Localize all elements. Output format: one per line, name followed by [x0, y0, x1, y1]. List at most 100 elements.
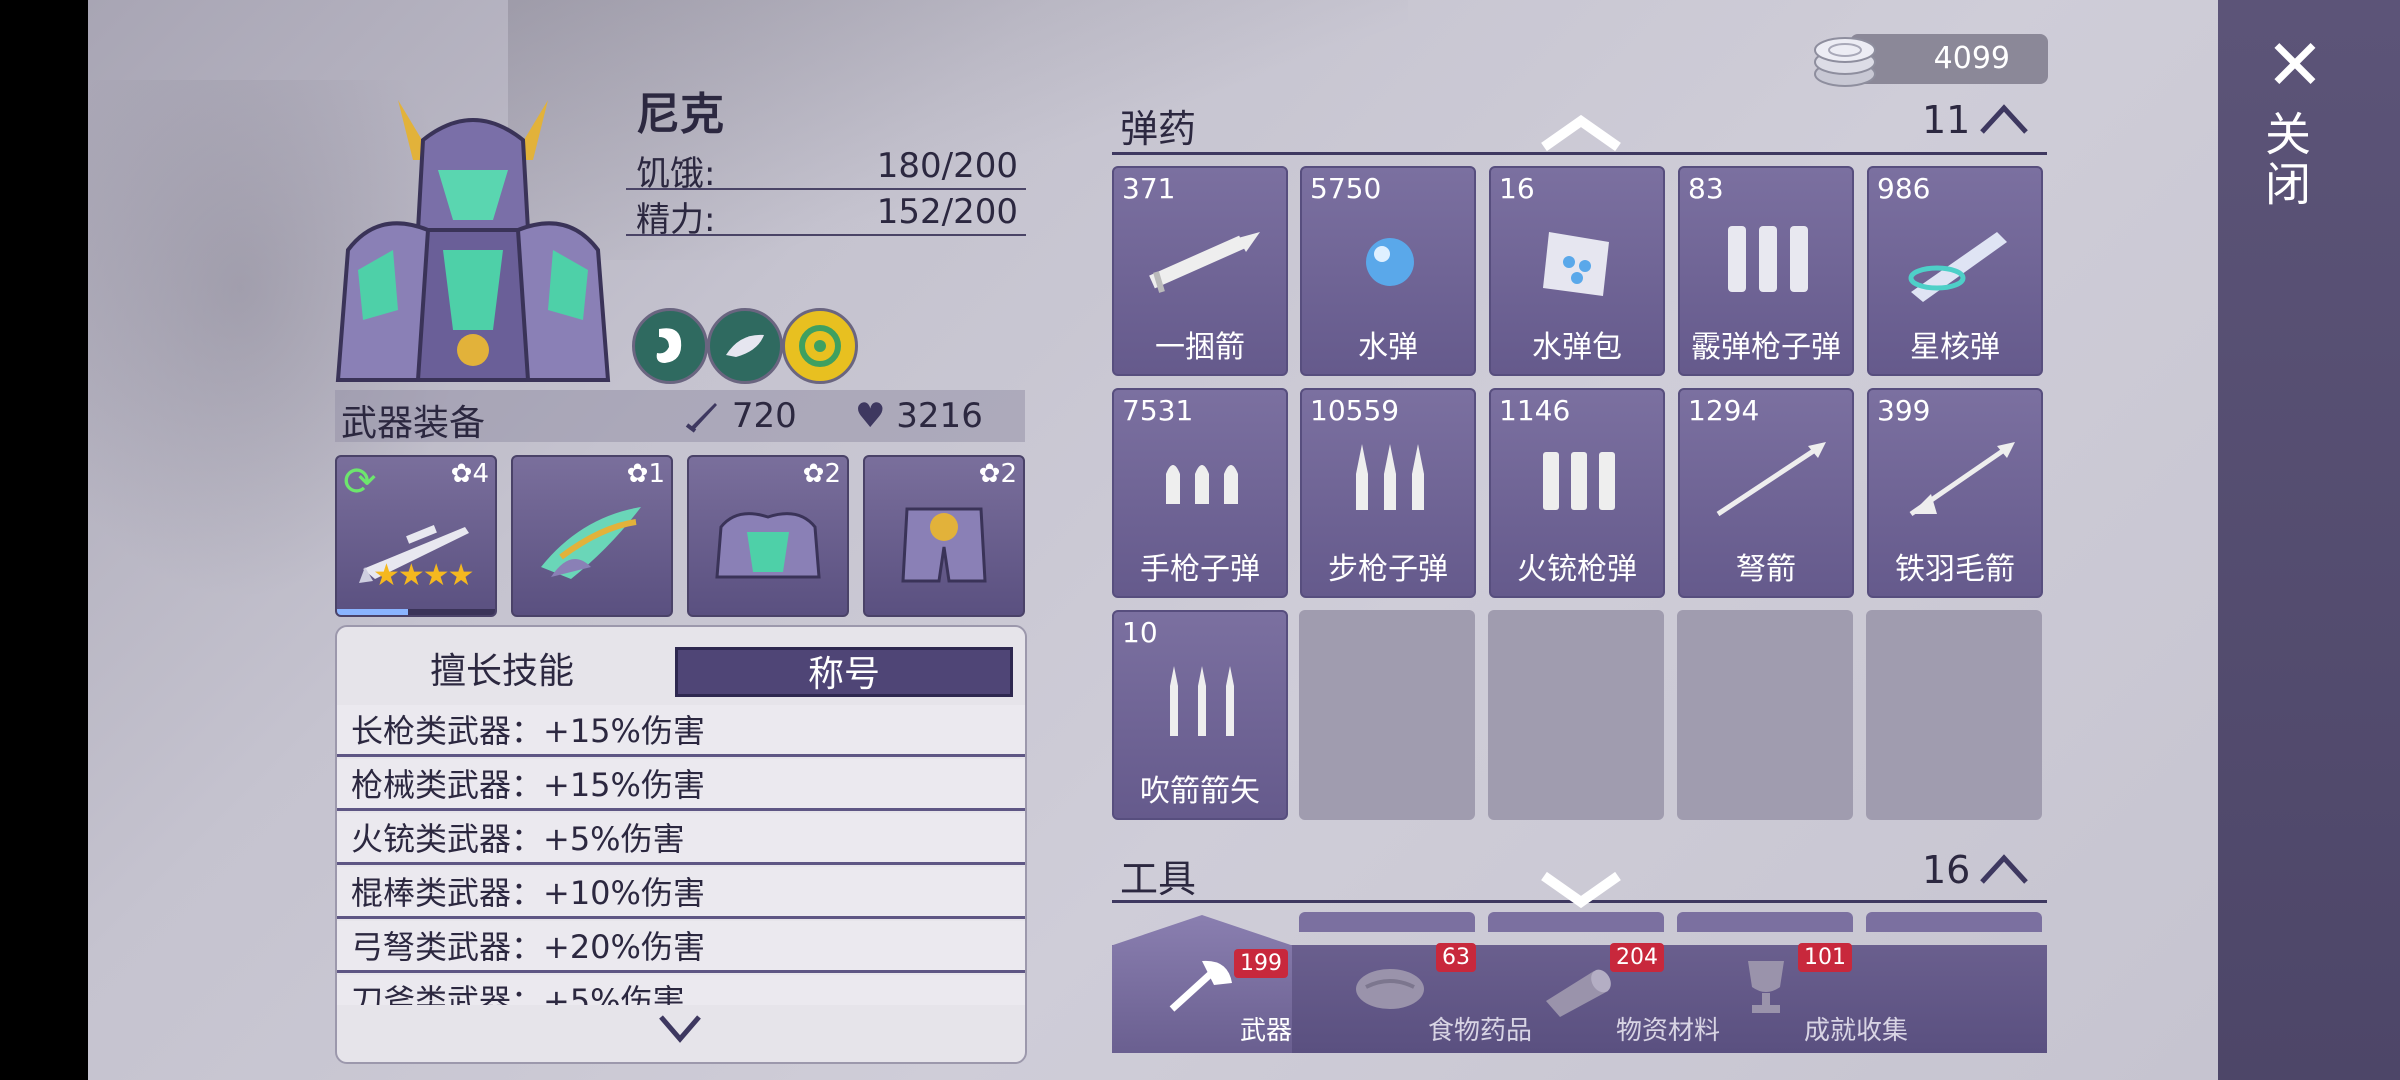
- ammo-item[interactable]: 1146 火铳枪弹: [1489, 388, 1665, 598]
- tab-achievements[interactable]: 101 成就收集: [1676, 943, 1908, 1053]
- chest-armor-icon: [715, 512, 821, 579]
- shotgun-shell-icon: [1728, 226, 1808, 292]
- tab-skills[interactable]: 擅长技能: [337, 647, 667, 697]
- tool-item-peek[interactable]: [1488, 912, 1664, 932]
- ammo-item[interactable]: 7531 手枪子弹: [1112, 388, 1288, 598]
- axe-icon: [1169, 960, 1232, 1012]
- leg-armor-icon: [901, 507, 987, 583]
- equipment-header: 武器装备 720 ♥ 3216: [335, 390, 1025, 444]
- star-core-bullet-icon: [1908, 232, 2007, 302]
- ammo-item[interactable]: 10 吹箭箭矢: [1112, 610, 1288, 820]
- health-value: 3216: [896, 396, 983, 436]
- winged-gear-icon: [541, 507, 641, 579]
- equip-slot-gear[interactable]: ✿1: [511, 455, 673, 617]
- item-count: 986: [1877, 172, 1931, 205]
- rifle-bullet-icon: [1356, 444, 1424, 510]
- log-icon: [1546, 969, 1611, 1017]
- tab-materials[interactable]: 204 物资材料: [1488, 943, 1720, 1053]
- tool-item-peek[interactable]: [1299, 912, 1475, 932]
- item-name: 铁羽毛箭: [1895, 552, 2015, 587]
- ammo-item[interactable]: 83 霰弹枪子弹: [1678, 166, 1854, 376]
- legs-level: ✿2: [978, 459, 1017, 489]
- hunger-stat: 饥饿: 180/200: [626, 144, 1026, 194]
- sword-icon: [685, 403, 717, 433]
- item-count: 5750: [1310, 172, 1382, 205]
- collapse-tools-icon[interactable]: [1978, 850, 2030, 890]
- stomach-buff-icon[interactable]: [632, 308, 708, 384]
- scroll-up-icon[interactable]: [1536, 115, 1626, 155]
- tab-titles[interactable]: 称号: [675, 647, 1013, 697]
- meat-icon: [1356, 969, 1424, 1009]
- ammo-item[interactable]: 986 星核弹: [1867, 166, 2043, 376]
- ammo-item[interactable]: 10559 步枪子弹: [1300, 388, 1476, 598]
- arrows-bundle-icon: [1149, 232, 1260, 293]
- scroll-down-icon[interactable]: [1536, 868, 1626, 908]
- item-name: 弩箭: [1736, 552, 1796, 587]
- skill-row: 火铳类武器：+5%伤害: [337, 813, 1025, 865]
- heart-icon: ♥: [855, 396, 886, 436]
- collapse-ammo-icon[interactable]: [1978, 100, 2030, 140]
- energy-label: 精力:: [636, 200, 716, 240]
- ammo-item[interactable]: 371 一捆箭: [1112, 166, 1288, 376]
- equipment-title: 武器装备: [341, 403, 486, 444]
- item-name: 一捆箭: [1155, 330, 1245, 365]
- skill-row: 棍棒类武器：+10%伤害: [337, 867, 1025, 919]
- tools-section-count: 16: [1922, 848, 1971, 892]
- skill-row: 长枪类武器：+15%伤害: [337, 705, 1025, 757]
- ammo-item[interactable]: 399 铁羽毛箭: [1867, 388, 2043, 598]
- musket-bullet-icon: [1543, 452, 1615, 510]
- empty-slot: [1299, 610, 1475, 820]
- item-count: 371: [1122, 172, 1176, 205]
- attack-value: 720: [731, 396, 797, 436]
- skills-panel: 擅长技能 称号 长枪类武器：+15%伤害 枪械类武器：+15%伤害 火铳类武器：…: [335, 625, 1027, 1064]
- water-bullet-pack-icon: [1543, 232, 1609, 296]
- empty-slot: [1488, 610, 1664, 820]
- item-count: 16: [1499, 172, 1535, 205]
- chevron-down-icon[interactable]: [655, 1009, 705, 1049]
- ammo-section-count: 11: [1922, 98, 1971, 142]
- ammo-item[interactable]: 5750 水弹: [1300, 166, 1476, 376]
- character-name: 尼克: [636, 89, 724, 140]
- water-bullet-icon: [1366, 238, 1414, 286]
- energy-stat: 精力: 152/200: [626, 190, 1026, 240]
- item-name: 水弹: [1358, 330, 1418, 365]
- ammo-item[interactable]: 1294 弩箭: [1678, 388, 1854, 598]
- empty-slot: [1866, 610, 2042, 820]
- equip-slot-legs[interactable]: ✿2: [863, 455, 1025, 617]
- item-name: 霰弹枪子弹: [1691, 330, 1841, 365]
- ammo-item[interactable]: 16 水弹包: [1489, 166, 1665, 376]
- tool-item-peek[interactable]: [1866, 912, 2042, 932]
- item-count: 1146: [1499, 394, 1571, 427]
- feather-buff-icon[interactable]: [707, 308, 783, 384]
- tab-food-medicine[interactable]: 63 食物药品: [1300, 943, 1532, 1053]
- tools-section-title: 工具: [1120, 857, 1197, 901]
- skill-row: 弓弩类武器：+20%伤害: [337, 921, 1025, 973]
- equip-slot-weapon[interactable]: ⟳ ✿4 ★★★★: [335, 455, 497, 617]
- item-name: 星核弹: [1910, 330, 2000, 365]
- equip-slot-chest[interactable]: ✿2: [687, 455, 849, 617]
- tool-item-peek[interactable]: [1677, 912, 1853, 932]
- item-count: 1294: [1688, 394, 1760, 427]
- gear-level: ✿1: [626, 459, 665, 489]
- pistol-bullet-icon: [1166, 465, 1238, 504]
- weapon-progress-bar: [337, 609, 495, 615]
- close-icon[interactable]: ✕: [2260, 30, 2330, 100]
- close-label[interactable]: 关闭: [2258, 110, 2318, 210]
- blowgun-dart-icon: [1170, 666, 1234, 736]
- weapon-level: ✿4: [450, 459, 489, 489]
- item-count: 399: [1877, 394, 1931, 427]
- badge-count: 63: [1436, 943, 1476, 972]
- coin-stack-icon: [1814, 37, 1876, 87]
- character-portrait: [335, 100, 611, 382]
- item-count: 10559: [1310, 394, 1400, 427]
- weapon-star-rating: ★★★★: [373, 558, 475, 593]
- item-count: 7531: [1122, 394, 1194, 427]
- ammo-section-title: 弹药: [1120, 107, 1197, 151]
- item-name: 吹箭箭矢: [1140, 774, 1260, 809]
- chest-level: ✿2: [802, 459, 841, 489]
- crossbow-bolt-icon: [1716, 442, 1826, 517]
- empty-slot: [1677, 610, 1853, 820]
- hunger-label: 饥饿:: [636, 154, 716, 194]
- item-name: 手枪子弹: [1140, 552, 1260, 587]
- recycle-buff-icon[interactable]: [782, 308, 858, 384]
